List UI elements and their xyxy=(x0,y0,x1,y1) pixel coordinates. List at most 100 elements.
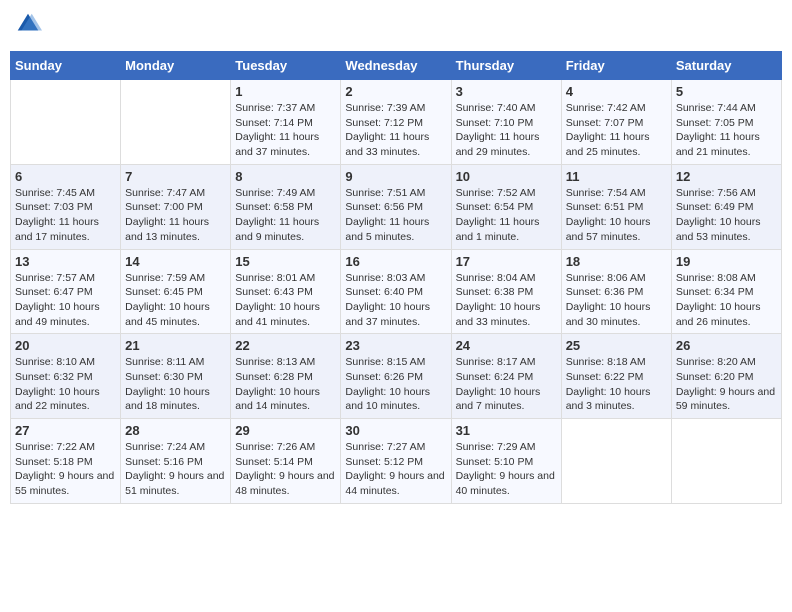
calendar-cell: 8 Sunrise: 7:49 AM Sunset: 6:58 PM Daylig… xyxy=(231,164,341,249)
calendar-cell: 30 Sunrise: 7:27 AM Sunset: 5:12 PM Dayli… xyxy=(341,419,451,504)
day-number: 20 xyxy=(15,338,116,353)
calendar-cell: 9 Sunrise: 7:51 AM Sunset: 6:56 PM Daylig… xyxy=(341,164,451,249)
calendar-cell: 28 Sunrise: 7:24 AM Sunset: 5:16 PM Dayli… xyxy=(121,419,231,504)
day-info: Sunrise: 8:06 AM Sunset: 6:36 PM Dayligh… xyxy=(566,271,667,330)
calendar-week-row: 6 Sunrise: 7:45 AM Sunset: 7:03 PM Daylig… xyxy=(11,164,782,249)
day-info: Sunrise: 8:13 AM Sunset: 6:28 PM Dayligh… xyxy=(235,355,336,414)
day-info: Sunrise: 8:15 AM Sunset: 6:26 PM Dayligh… xyxy=(345,355,446,414)
logo-icon xyxy=(14,10,42,38)
logo xyxy=(14,10,44,43)
day-number: 28 xyxy=(125,423,226,438)
calendar-cell: 6 Sunrise: 7:45 AM Sunset: 7:03 PM Daylig… xyxy=(11,164,121,249)
day-info: Sunrise: 7:52 AM Sunset: 6:54 PM Dayligh… xyxy=(456,186,557,245)
day-info: Sunrise: 8:01 AM Sunset: 6:43 PM Dayligh… xyxy=(235,271,336,330)
day-number: 3 xyxy=(456,84,557,99)
calendar-week-row: 13 Sunrise: 7:57 AM Sunset: 6:47 PM Dayli… xyxy=(11,249,782,334)
header-monday: Monday xyxy=(121,52,231,80)
day-number: 4 xyxy=(566,84,667,99)
calendar-cell: 5 Sunrise: 7:44 AM Sunset: 7:05 PM Daylig… xyxy=(671,80,781,165)
day-number: 29 xyxy=(235,423,336,438)
header-thursday: Thursday xyxy=(451,52,561,80)
day-info: Sunrise: 7:44 AM Sunset: 7:05 PM Dayligh… xyxy=(676,101,777,160)
day-number: 11 xyxy=(566,169,667,184)
calendar-cell: 13 Sunrise: 7:57 AM Sunset: 6:47 PM Dayli… xyxy=(11,249,121,334)
day-info: Sunrise: 8:04 AM Sunset: 6:38 PM Dayligh… xyxy=(456,271,557,330)
day-info: Sunrise: 8:03 AM Sunset: 6:40 PM Dayligh… xyxy=(345,271,446,330)
calendar-cell xyxy=(11,80,121,165)
calendar-cell: 21Sunrise: 8:11 AM Sunset: 6:30 PM Dayli… xyxy=(121,334,231,419)
day-number: 16 xyxy=(345,254,446,269)
day-number: 12 xyxy=(676,169,777,184)
day-number: 5 xyxy=(676,84,777,99)
calendar-cell: 22Sunrise: 8:13 AM Sunset: 6:28 PM Dayli… xyxy=(231,334,341,419)
day-number: 26 xyxy=(676,338,777,353)
day-number: 19 xyxy=(676,254,777,269)
day-info: Sunrise: 7:22 AM Sunset: 5:18 PM Dayligh… xyxy=(15,440,116,499)
day-number: 27 xyxy=(15,423,116,438)
day-info: Sunrise: 8:10 AM Sunset: 6:32 PM Dayligh… xyxy=(15,355,116,414)
calendar-cell: 15 Sunrise: 8:01 AM Sunset: 6:43 PM Dayli… xyxy=(231,249,341,334)
calendar-cell: 16 Sunrise: 8:03 AM Sunset: 6:40 PM Dayli… xyxy=(341,249,451,334)
calendar-week-row: 1 Sunrise: 7:37 AM Sunset: 7:14 PM Daylig… xyxy=(11,80,782,165)
day-info: Sunrise: 7:45 AM Sunset: 7:03 PM Dayligh… xyxy=(15,186,116,245)
day-number: 31 xyxy=(456,423,557,438)
day-number: 2 xyxy=(345,84,446,99)
header-tuesday: Tuesday xyxy=(231,52,341,80)
calendar-cell: 11 Sunrise: 7:54 AM Sunset: 6:51 PM Dayli… xyxy=(561,164,671,249)
day-number: 14 xyxy=(125,254,226,269)
day-info: Sunrise: 7:24 AM Sunset: 5:16 PM Dayligh… xyxy=(125,440,226,499)
calendar-week-row: 20 Sunrise: 8:10 AM Sunset: 6:32 PM Dayli… xyxy=(11,334,782,419)
day-info: Sunrise: 8:20 AM Sunset: 6:20 PM Dayligh… xyxy=(676,355,777,414)
calendar-cell: 20 Sunrise: 8:10 AM Sunset: 6:32 PM Dayli… xyxy=(11,334,121,419)
calendar-cell xyxy=(121,80,231,165)
header-saturday: Saturday xyxy=(671,52,781,80)
day-number: 25 xyxy=(566,338,667,353)
day-info: Sunrise: 7:42 AM Sunset: 7:07 PM Dayligh… xyxy=(566,101,667,160)
calendar-cell: 17Sunrise: 8:04 AM Sunset: 6:38 PM Dayli… xyxy=(451,249,561,334)
day-info: Sunrise: 7:27 AM Sunset: 5:12 PM Dayligh… xyxy=(345,440,446,499)
header-sunday: Sunday xyxy=(11,52,121,80)
calendar-cell: 25 Sunrise: 8:18 AM Sunset: 6:22 PM Dayli… xyxy=(561,334,671,419)
day-number: 8 xyxy=(235,169,336,184)
calendar-table: SundayMondayTuesdayWednesdayThursdayFrid… xyxy=(10,51,782,504)
calendar-cell: 14 Sunrise: 7:59 AM Sunset: 6:45 PM Dayli… xyxy=(121,249,231,334)
calendar-cell: 7Sunrise: 7:47 AM Sunset: 7:00 PM Daylig… xyxy=(121,164,231,249)
calendar-cell: 12Sunrise: 7:56 AM Sunset: 6:49 PM Dayli… xyxy=(671,164,781,249)
day-info: Sunrise: 7:37 AM Sunset: 7:14 PM Dayligh… xyxy=(235,101,336,160)
day-info: Sunrise: 7:39 AM Sunset: 7:12 PM Dayligh… xyxy=(345,101,446,160)
day-info: Sunrise: 7:57 AM Sunset: 6:47 PM Dayligh… xyxy=(15,271,116,330)
header-wednesday: Wednesday xyxy=(341,52,451,80)
day-number: 1 xyxy=(235,84,336,99)
day-number: 18 xyxy=(566,254,667,269)
calendar-cell: 18 Sunrise: 8:06 AM Sunset: 6:36 PM Dayli… xyxy=(561,249,671,334)
day-number: 21 xyxy=(125,338,226,353)
day-info: Sunrise: 8:08 AM Sunset: 6:34 PM Dayligh… xyxy=(676,271,777,330)
day-info: Sunrise: 7:49 AM Sunset: 6:58 PM Dayligh… xyxy=(235,186,336,245)
page-header xyxy=(10,10,782,43)
day-info: Sunrise: 7:54 AM Sunset: 6:51 PM Dayligh… xyxy=(566,186,667,245)
calendar-cell: 19 Sunrise: 8:08 AM Sunset: 6:34 PM Dayli… xyxy=(671,249,781,334)
calendar-cell: 29Sunrise: 7:26 AM Sunset: 5:14 PM Dayli… xyxy=(231,419,341,504)
calendar-cell xyxy=(561,419,671,504)
day-number: 13 xyxy=(15,254,116,269)
calendar-cell: 26 Sunrise: 8:20 AM Sunset: 6:20 PM Dayli… xyxy=(671,334,781,419)
day-info: Sunrise: 7:29 AM Sunset: 5:10 PM Dayligh… xyxy=(456,440,557,499)
day-number: 9 xyxy=(345,169,446,184)
day-info: Sunrise: 8:18 AM Sunset: 6:22 PM Dayligh… xyxy=(566,355,667,414)
day-number: 7 xyxy=(125,169,226,184)
calendar-header-row: SundayMondayTuesdayWednesdayThursdayFrid… xyxy=(11,52,782,80)
day-number: 23 xyxy=(345,338,446,353)
calendar-cell: 2 Sunrise: 7:39 AM Sunset: 7:12 PM Daylig… xyxy=(341,80,451,165)
calendar-cell: 1 Sunrise: 7:37 AM Sunset: 7:14 PM Daylig… xyxy=(231,80,341,165)
day-number: 15 xyxy=(235,254,336,269)
day-info: Sunrise: 7:59 AM Sunset: 6:45 PM Dayligh… xyxy=(125,271,226,330)
calendar-cell: 4 Sunrise: 7:42 AM Sunset: 7:07 PM Daylig… xyxy=(561,80,671,165)
header-friday: Friday xyxy=(561,52,671,80)
day-number: 6 xyxy=(15,169,116,184)
calendar-cell: 10Sunrise: 7:52 AM Sunset: 6:54 PM Dayli… xyxy=(451,164,561,249)
day-number: 30 xyxy=(345,423,446,438)
calendar-cell: 24Sunrise: 8:17 AM Sunset: 6:24 PM Dayli… xyxy=(451,334,561,419)
calendar-week-row: 27 Sunrise: 7:22 AM Sunset: 5:18 PM Dayli… xyxy=(11,419,782,504)
day-info: Sunrise: 7:40 AM Sunset: 7:10 PM Dayligh… xyxy=(456,101,557,160)
day-info: Sunrise: 7:51 AM Sunset: 6:56 PM Dayligh… xyxy=(345,186,446,245)
